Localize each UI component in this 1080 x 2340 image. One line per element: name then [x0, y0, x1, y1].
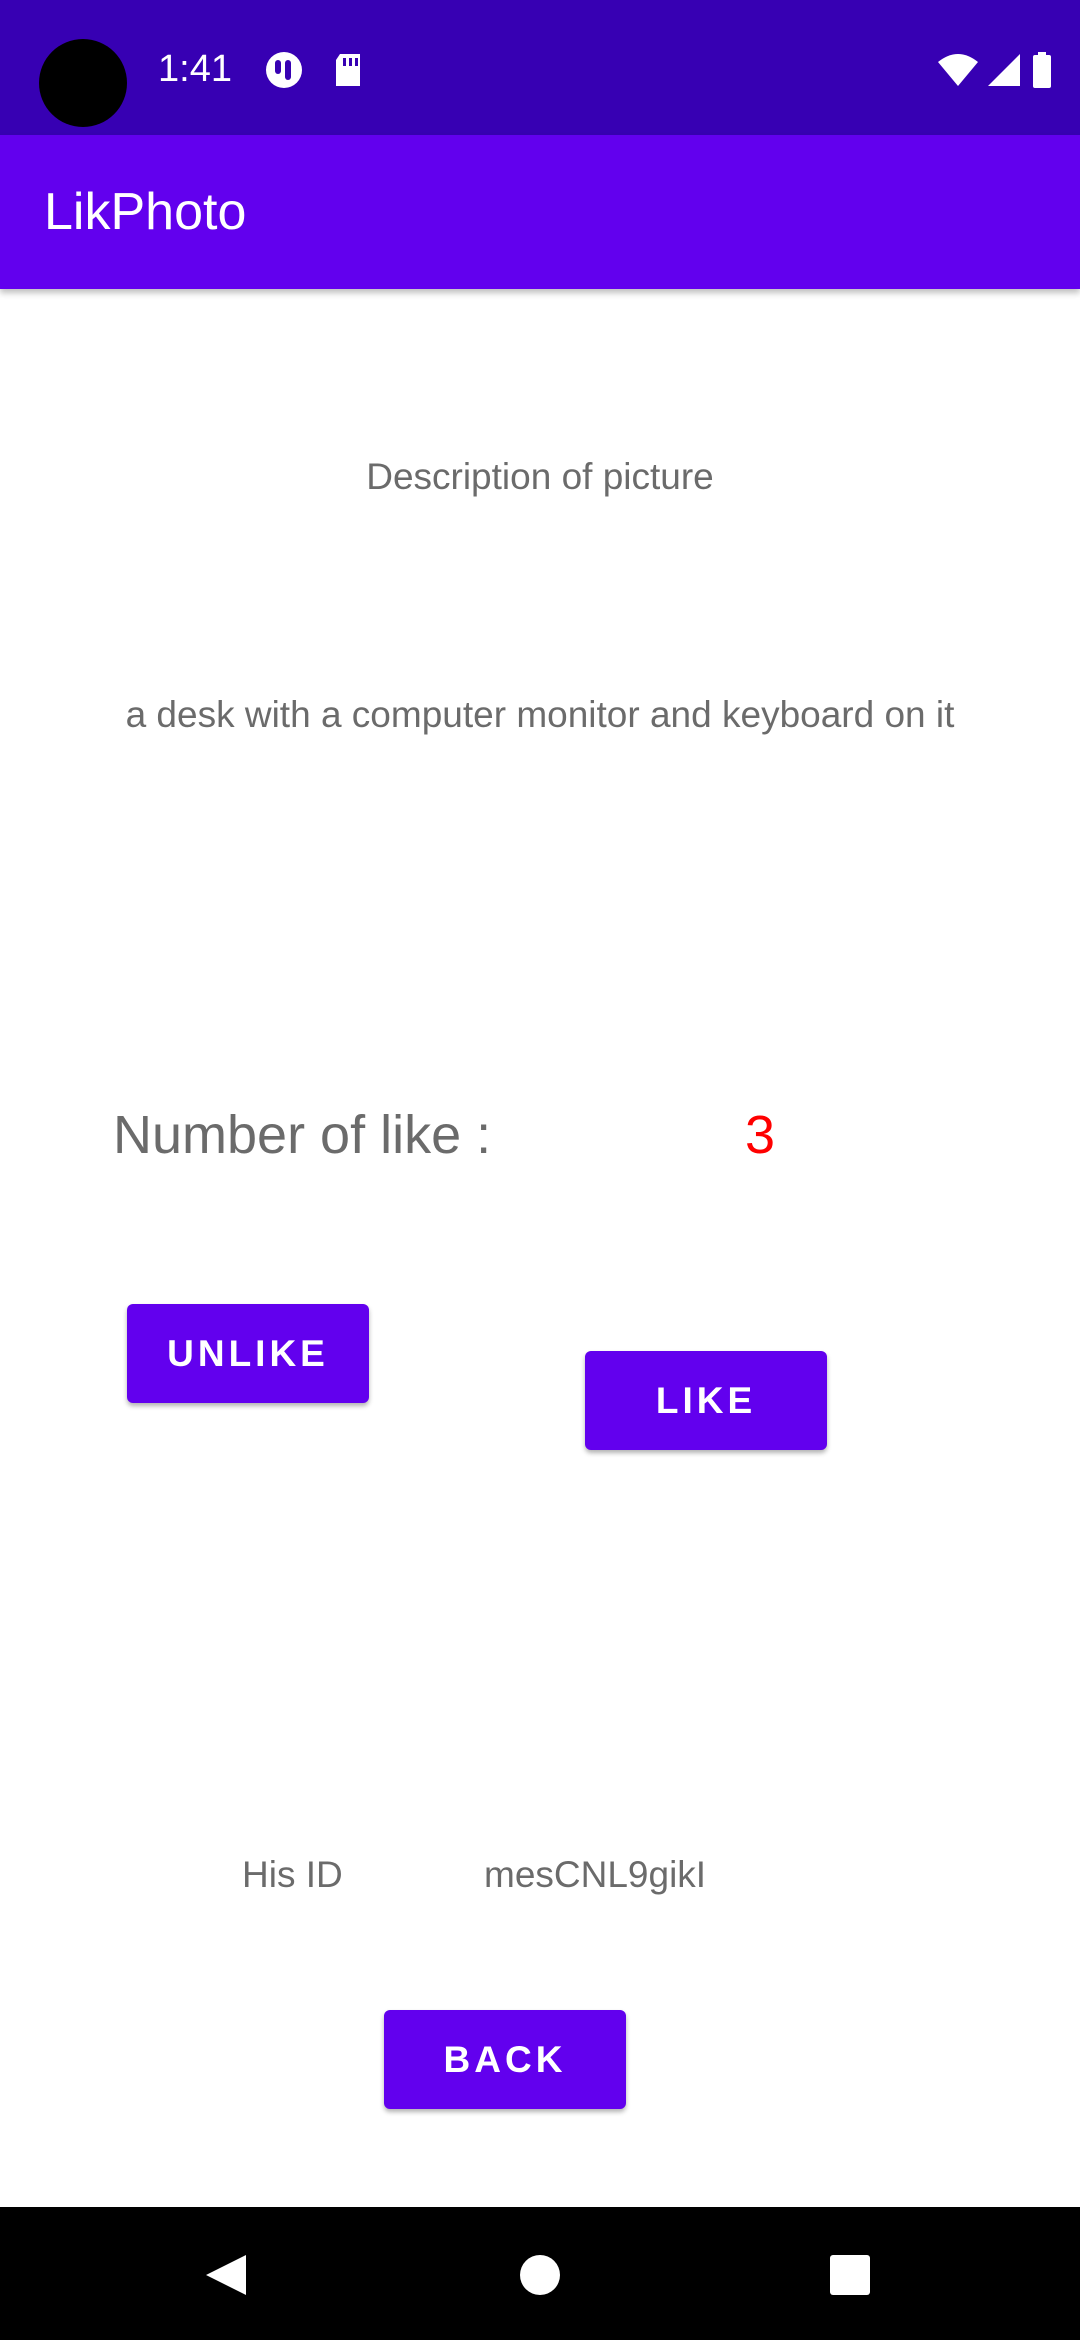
- app-bar: LikPhoto: [0, 135, 1080, 289]
- signal-icon: [988, 54, 1020, 86]
- wifi-icon: [938, 54, 978, 86]
- description-text: a desk with a computer monitor and keybo…: [125, 694, 955, 735]
- like-button[interactable]: LIKE: [585, 1351, 827, 1450]
- status-bar: 1:41: [0, 0, 1080, 135]
- likes-count: 3: [745, 1105, 776, 1165]
- screen: 1:41 LikPhoto Description of picture a d…: [0, 0, 1080, 2340]
- id-value: mesCNL9gikI: [484, 1854, 707, 1895]
- id-label: His ID: [242, 1854, 343, 1895]
- status-time: 1:41: [158, 48, 232, 90]
- back-triangle-icon[interactable]: [186, 2235, 266, 2315]
- notification-app-icon: [266, 52, 302, 88]
- sd-card-icon: [336, 54, 360, 86]
- description-header: Description of picture: [366, 456, 714, 497]
- back-button[interactable]: BACK: [384, 2010, 626, 2109]
- battery-icon: [1033, 52, 1051, 88]
- unlike-button[interactable]: UNLIKE: [127, 1304, 369, 1403]
- home-circle-icon[interactable]: [500, 2235, 580, 2315]
- camera-cutout: [39, 39, 127, 127]
- app-title: LikPhoto: [44, 183, 247, 241]
- recents-square-icon[interactable]: [810, 2235, 890, 2315]
- navigation-bar: [0, 2207, 1080, 2340]
- likes-label: Number of like :: [113, 1105, 492, 1165]
